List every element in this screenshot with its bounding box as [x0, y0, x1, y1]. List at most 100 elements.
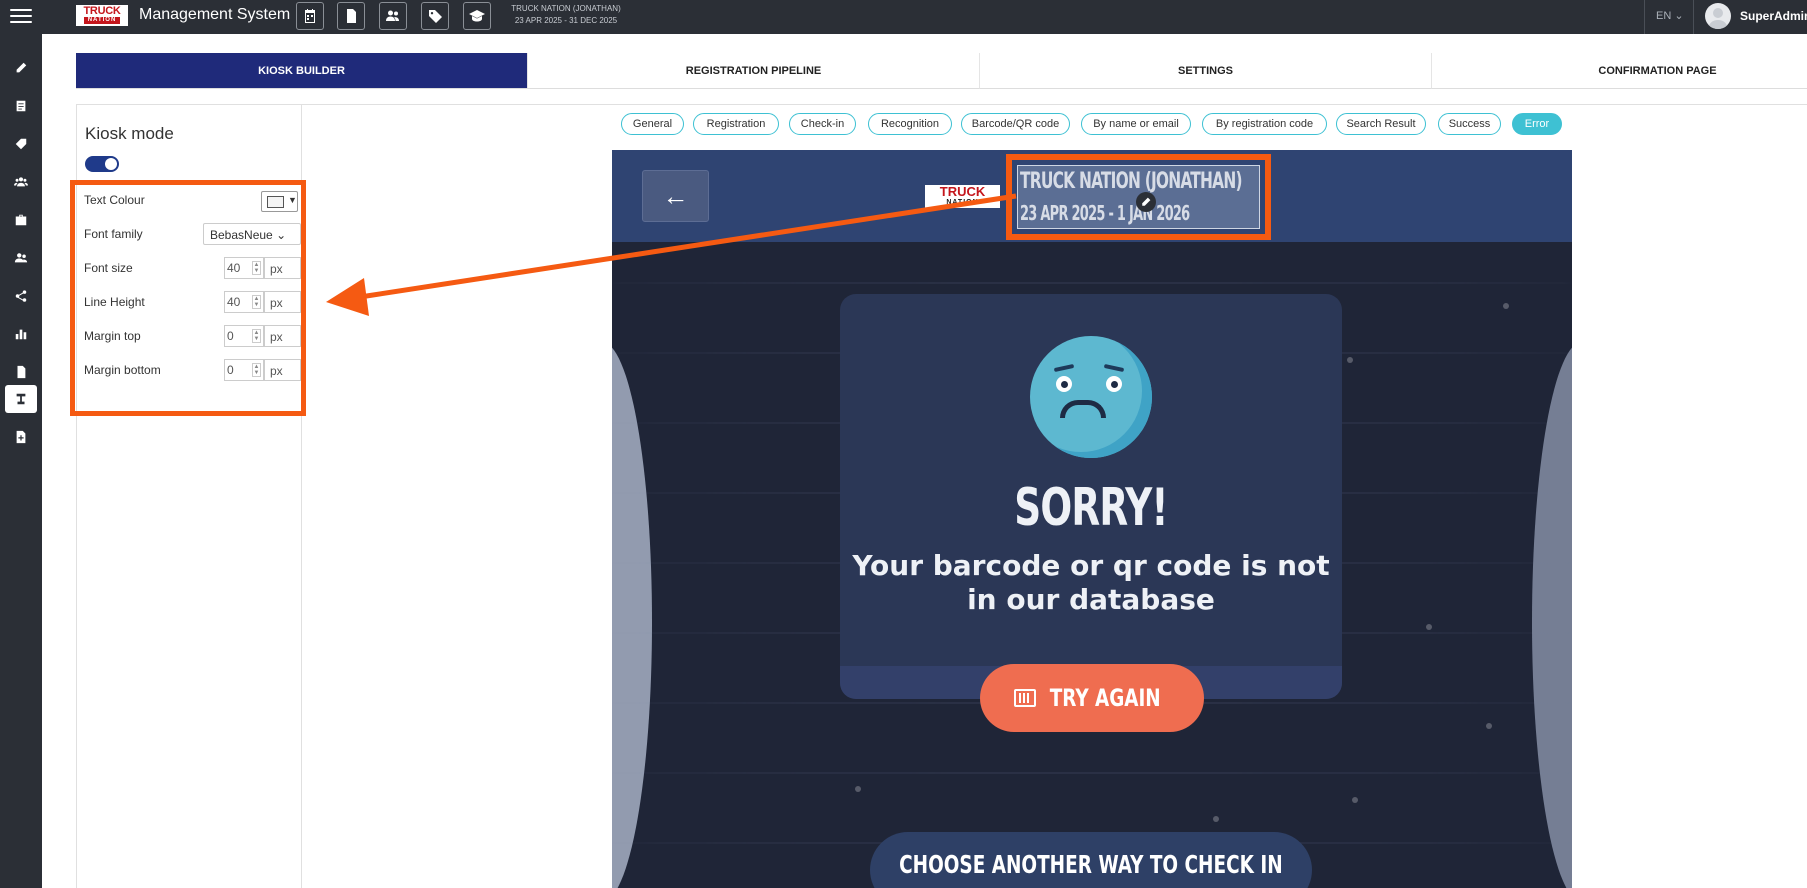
- font-size-value: 40: [227, 261, 241, 275]
- chip-general[interactable]: General: [621, 113, 684, 135]
- error-message: Your barcode or qr code is not in our da…: [852, 549, 1330, 616]
- pencil-icon: [1142, 197, 1151, 206]
- pencil-icon: [16, 62, 27, 73]
- document-icon: [17, 365, 26, 379]
- selected-title-highlight: TRUCK NATION (JONATHAN) 23 APR 2025 - 1 …: [1006, 154, 1271, 240]
- nav-item-exhibitors[interactable]: [5, 206, 37, 234]
- background-wave: [612, 772, 1572, 774]
- chip-success[interactable]: Success: [1438, 113, 1501, 135]
- barcode-scan-icon: [1013, 689, 1036, 707]
- logo-line1: TRUCK: [939, 185, 986, 199]
- error-heading-text: SORRY!: [1014, 478, 1168, 538]
- eye: [1056, 376, 1072, 392]
- language-value: EN: [1656, 10, 1672, 22]
- people-button[interactable]: [379, 2, 407, 30]
- brow: [1053, 363, 1075, 373]
- top-bar: TRUCK NATION Management System TRUCK NAT…: [0, 0, 1807, 34]
- group-icon: [14, 177, 28, 187]
- stepper-icon[interactable]: ▲ ▼: [252, 363, 261, 377]
- chip-barcode-qr[interactable]: Barcode/QR code: [961, 113, 1070, 135]
- chip-recognition[interactable]: Recognition: [868, 113, 952, 135]
- tab-registration-pipeline[interactable]: REGISTRATION PIPELINE: [528, 53, 980, 89]
- avatar: [1705, 3, 1731, 29]
- nav-item-tickets[interactable]: [5, 130, 37, 158]
- margin-top-value: 0: [227, 329, 234, 343]
- chip-check-in[interactable]: Check-in: [789, 113, 856, 135]
- try-again-button[interactable]: TRY AGAIN: [980, 664, 1204, 732]
- text-colour-picker[interactable]: ▼: [261, 191, 298, 212]
- line-height-input[interactable]: 40 ▲ ▼: [224, 291, 264, 313]
- chip-registration[interactable]: Registration: [693, 113, 779, 135]
- user-icon: [14, 253, 28, 263]
- chip-error[interactable]: Error: [1512, 113, 1562, 135]
- font-size-unit-select[interactable]: px: [264, 257, 301, 279]
- document-icon: [347, 9, 356, 23]
- choose-another-way-button[interactable]: CHOOSE ANOTHER WAY TO CHECK IN: [870, 832, 1312, 888]
- calendar-button[interactable]: [296, 2, 324, 30]
- language-select[interactable]: EN ⌄: [1656, 9, 1684, 22]
- kiosk-logo[interactable]: TRUCK NATION: [925, 185, 1000, 208]
- font-family-select[interactable]: BebasNeue ⌄: [203, 223, 301, 245]
- chip-by-name-email[interactable]: By name or email: [1081, 113, 1191, 135]
- background-decoration: [612, 342, 652, 888]
- event-dates: 23 APR 2025 - 31 DEC 2025: [514, 16, 618, 25]
- background-dot: [1352, 797, 1358, 803]
- logo-line2: NATION: [84, 17, 120, 24]
- nav-item-edit[interactable]: [5, 54, 37, 82]
- tag-button[interactable]: [421, 2, 449, 30]
- menu-icon[interactable]: [10, 9, 32, 25]
- margin-bottom-label: Margin bottom: [84, 363, 161, 377]
- line-height-unit-select[interactable]: px: [264, 291, 301, 313]
- background-dot: [1426, 624, 1432, 630]
- user-menu[interactable]: SuperAdmin: [1705, 3, 1807, 29]
- font-size-row: Font size 40 ▲ ▼ px: [84, 256, 301, 280]
- tab-confirmation-page[interactable]: CONFIRMATION PAGE: [1432, 53, 1807, 89]
- margin-top-input[interactable]: 0 ▲ ▼: [224, 325, 264, 347]
- eye: [1106, 376, 1122, 392]
- text-colour-label: Text Colour: [84, 193, 145, 207]
- chip-search-result[interactable]: Search Result: [1336, 113, 1426, 135]
- kiosk-event-dates: 23 APR 2025 - 1 JAN 2026: [1020, 201, 1190, 225]
- margin-bottom-unit-select[interactable]: px: [264, 359, 301, 381]
- arrow-head: [326, 278, 369, 316]
- tab-kiosk-builder[interactable]: KIOSK BUILDER: [76, 53, 528, 89]
- stepper-icon[interactable]: ▲ ▼: [252, 261, 261, 275]
- stepper-icon[interactable]: ▲ ▼: [252, 295, 261, 309]
- graduation-button[interactable]: [463, 2, 491, 30]
- nav-item-share[interactable]: [5, 282, 37, 310]
- nav-item-file-add[interactable]: [5, 423, 37, 451]
- nav-item-users[interactable]: [5, 244, 37, 272]
- kiosk-icon: [16, 393, 26, 405]
- stepper-icon[interactable]: ▲ ▼: [252, 329, 261, 343]
- current-event[interactable]: TRUCK NATION (JONATHAN) 23 APR 2025 - 31…: [500, 3, 632, 27]
- brand-logo[interactable]: TRUCK NATION: [76, 5, 128, 26]
- nav-item-groups[interactable]: [5, 168, 37, 196]
- document-button[interactable]: [337, 2, 365, 30]
- edit-button[interactable]: [1136, 192, 1156, 212]
- kiosk-mode-toggle[interactable]: [85, 156, 119, 172]
- unit-value: px: [270, 296, 283, 310]
- mouth: [1060, 400, 1106, 418]
- line-height-label: Line Height: [84, 295, 145, 309]
- margin-bottom-input[interactable]: 0 ▲ ▼: [224, 359, 264, 381]
- event-title-block[interactable]: TRUCK NATION (JONATHAN) 23 APR 2025 - 1 …: [1017, 165, 1260, 229]
- nav-item-reports[interactable]: [5, 320, 37, 348]
- unit-value: px: [270, 330, 283, 344]
- font-family-row: Font family BebasNeue ⌄: [84, 222, 301, 246]
- nav-item-kiosk[interactable]: [5, 385, 37, 413]
- margin-top-unit-select[interactable]: px: [264, 325, 301, 347]
- arrow-left-icon: ←: [662, 180, 689, 211]
- back-button[interactable]: ←: [642, 170, 709, 222]
- font-size-input[interactable]: 40 ▲ ▼: [224, 257, 264, 279]
- unit-value: px: [270, 262, 283, 276]
- nav-item-documents[interactable]: [5, 358, 37, 386]
- nav-item-forms[interactable]: [5, 92, 37, 120]
- colour-swatch: [267, 196, 284, 208]
- error-heading: SORRY!: [840, 478, 1342, 538]
- bar-chart-icon: [15, 329, 27, 340]
- chip-by-registration-code[interactable]: By registration code: [1202, 113, 1327, 135]
- margin-bottom-value: 0: [227, 363, 234, 377]
- divider: [1644, 0, 1645, 34]
- logo-line2: NATION: [946, 199, 979, 206]
- tab-settings[interactable]: SETTINGS: [980, 53, 1432, 89]
